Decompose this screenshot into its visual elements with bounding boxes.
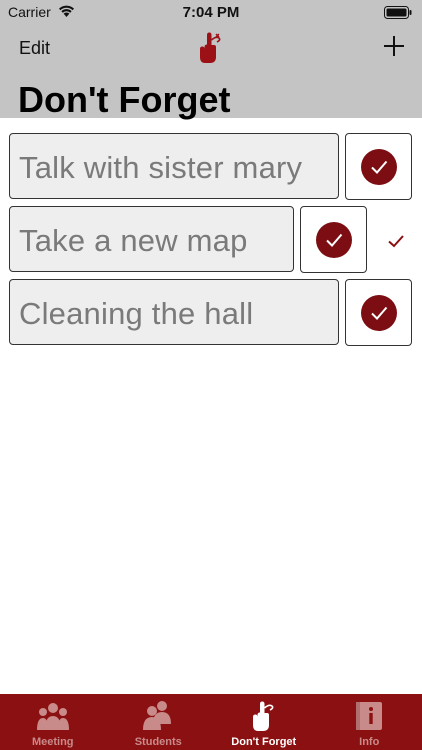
list-item[interactable]: Talk with sister mary: [0, 133, 422, 203]
complete-checkbox[interactable]: [345, 133, 412, 200]
complete-checkbox[interactable]: [300, 206, 367, 273]
status-bar: Carrier 7:04 PM: [0, 0, 422, 24]
battery-icon: [384, 6, 412, 19]
clock: 7:04 PM: [182, 4, 240, 21]
tab-meeting[interactable]: Meeting: [0, 694, 106, 750]
check-circle-icon: [361, 295, 397, 331]
page-title: Don't Forget: [18, 79, 231, 120]
students-icon: [143, 701, 172, 730]
tab-label: Meeting: [31, 736, 74, 748]
tab-label: Info: [359, 736, 380, 748]
navigation-bar: Carrier 7:04 PM Edit Don't Forget: [0, 0, 422, 120]
tab-dont-forget[interactable]: Don't Forget: [211, 694, 317, 750]
item-text-field[interactable]: Cleaning the hall: [9, 279, 339, 345]
tab-bar: Meeting Students Don't Forget Info: [0, 694, 422, 750]
edit-button[interactable]: Edit: [19, 38, 50, 59]
tab-students[interactable]: Students: [106, 694, 212, 750]
add-icon[interactable]: [382, 34, 406, 58]
item-text: Take a new map: [19, 223, 248, 258]
item-text-field[interactable]: Talk with sister mary: [9, 133, 339, 199]
check-circle-icon: [316, 222, 352, 258]
group-icon: [36, 703, 69, 730]
tab-info[interactable]: Info: [317, 694, 422, 750]
list-item[interactable]: Take a new map: [0, 206, 422, 276]
list-item[interactable]: Cleaning the hall: [0, 279, 422, 349]
info-book-icon: [356, 702, 383, 730]
checkmark-icon: [388, 235, 404, 248]
finger-string-icon: [200, 32, 221, 63]
item-text: Talk with sister mary: [19, 150, 303, 185]
tab-label: Don't Forget: [231, 736, 297, 748]
item-text: Cleaning the hall: [19, 296, 254, 331]
finger-string-icon: [252, 701, 274, 731]
complete-checkbox[interactable]: [345, 279, 412, 346]
check-circle-icon: [361, 149, 397, 185]
item-text-field[interactable]: Take a new map: [9, 206, 294, 272]
tab-label: Students: [134, 736, 182, 748]
